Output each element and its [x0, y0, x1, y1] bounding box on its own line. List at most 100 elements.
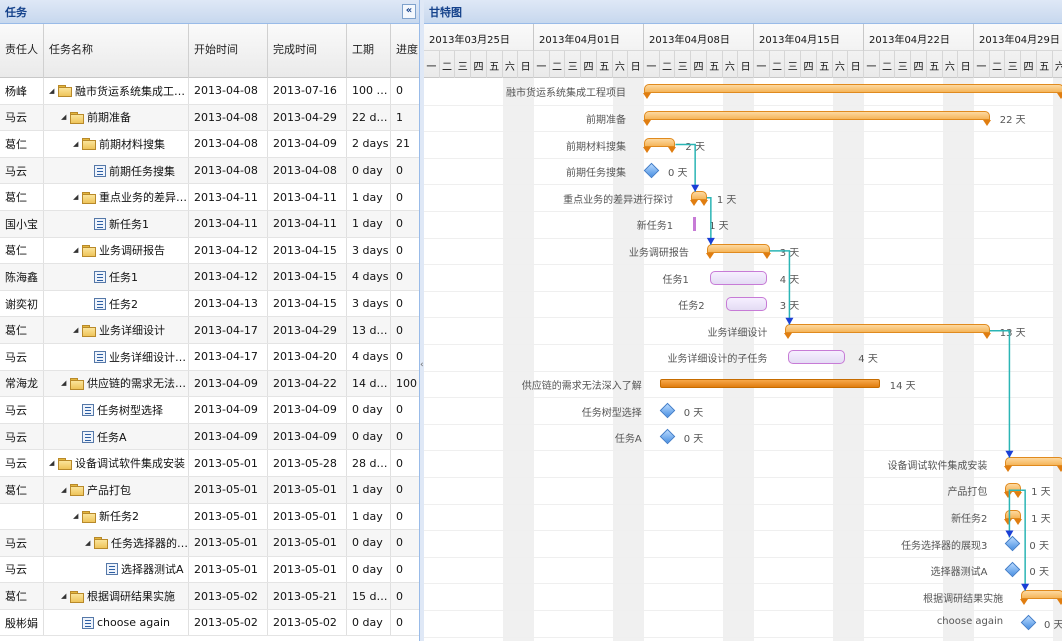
expand-toggle-icon[interactable]: ◢ — [49, 87, 58, 95]
summary-bar[interactable] — [1020, 589, 1062, 605]
task-bar[interactable] — [709, 270, 767, 285]
cell-end-text: 2013-04-20 — [273, 350, 337, 364]
expand-toggle-icon[interactable]: ◢ — [73, 326, 82, 334]
bar-label: 业务详细设计的子任务 — [667, 354, 768, 366]
cell-progress-text: 0 — [396, 350, 403, 364]
cell-end-text: 2013-04-22 — [273, 376, 337, 390]
milestone-icon[interactable] — [659, 428, 675, 445]
expand-toggle-icon[interactable]: ◢ — [61, 113, 70, 121]
table-row[interactable]: 杨峰 ◢ 融市货运系统集成工程项目 2013-04-08 2013-07-16 100 d… — [0, 78, 419, 105]
table-row[interactable]: 葛仁 ◢ 业务调研报告 2013-04-12 2013-04-15 3 days 0 — [0, 237, 419, 265]
cell-start: 2013-04-17 — [189, 343, 268, 370]
day-header: 五 — [817, 51, 833, 78]
cell-duration: 0 day — [347, 397, 391, 423]
milestone-icon[interactable] — [643, 162, 660, 179]
col-header-owner[interactable]: 责任人 — [0, 24, 44, 78]
milestone-icon[interactable] — [1005, 535, 1021, 551]
expand-toggle-icon[interactable]: ◢ — [85, 539, 94, 547]
collapse-left-icon[interactable]: « — [402, 4, 416, 19]
expand-toggle-icon[interactable]: ◢ — [73, 246, 82, 254]
cell-duration-text: 4 days — [352, 270, 389, 284]
cell-duration-text: 4 days — [352, 350, 389, 364]
table-row[interactable]: 谢奕初 任务2 2013-04-13 2013-04-15 3 days 0 — [0, 290, 419, 318]
cell-progress-text: 0 — [396, 323, 403, 337]
table-row[interactable]: 马云 ◢ 任务选择器的展... 2013-05-01 2013-05-01 0 day 0 — [0, 530, 419, 557]
table-row[interactable]: 殷彬娟 choose again 2013-05-02 2013-05-02 0 day… — [0, 609, 419, 637]
task-bar[interactable] — [693, 217, 697, 232]
progress-bar[interactable] — [659, 378, 880, 388]
summary-bar[interactable] — [690, 190, 708, 206]
task-bar[interactable] — [725, 297, 767, 312]
day-header: 五 — [707, 51, 723, 78]
cell-start: 2013-04-12 — [189, 237, 268, 264]
cell-task-name: ◢ 新任务2 — [44, 503, 189, 530]
bar-label: 业务详细设计 — [707, 327, 768, 339]
expand-toggle-icon[interactable]: ◢ — [73, 512, 82, 520]
table-row[interactable]: 葛仁 ◢ 前期材料搜集 2013-04-08 2013-04-09 2 days 21 — [0, 131, 419, 158]
table-row[interactable]: 常海龙 ◢ 供应链的需求无法深入... 2013-04-09 2013-04-22 14 … — [0, 370, 419, 398]
summary-bar[interactable] — [643, 84, 1062, 100]
task-bar[interactable] — [788, 350, 846, 365]
table-row[interactable]: 葛仁 ◢ 业务详细设计 2013-04-17 2013-04-29 13 days 0 — [0, 317, 419, 344]
bar-duration: 4 天 — [779, 274, 800, 286]
table-row[interactable]: 马云 ◢ 前期准备 2013-04-08 2013-04-29 22 days 1 — [0, 104, 419, 132]
task-name-text: 任务树型选择 — [97, 403, 163, 417]
expand-toggle-icon[interactable]: ◢ — [61, 379, 70, 387]
cell-end: 2013-05-01 — [268, 530, 347, 556]
bar-duration: 22 天 — [999, 114, 1026, 126]
table-row[interactable]: 葛仁 ◢ 重点业务的差异进行探讨 2013-04-11 2013-04-11 1 day 0 — [0, 184, 419, 211]
bar-duration: 0 天 — [1044, 620, 1062, 632]
col-header-name[interactable]: 任务名称 — [44, 24, 189, 78]
col-header-duration[interactable]: 工期 — [347, 24, 391, 78]
row-gridline — [424, 157, 1062, 159]
task-name-text: 前期任务搜集 — [109, 164, 175, 178]
table-row[interactable]: 马云 任务A 2013-04-09 2013-04-09 0 day 0 — [0, 423, 419, 451]
expand-toggle-icon[interactable]: ◢ — [61, 486, 70, 494]
milestone-icon[interactable] — [1005, 561, 1021, 578]
cell-end: 2013-04-15 — [268, 290, 347, 317]
table-row[interactable]: 葛仁 ◢ 产品打包 2013-05-01 2013-05-01 1 day 0 — [0, 476, 419, 504]
day-header: 六 — [1053, 51, 1062, 78]
cell-owner-text: 马云 — [5, 350, 27, 364]
col-header-progress[interactable]: 进度 — [391, 24, 419, 78]
table-row[interactable]: 马云 任务树型选择 2013-04-09 2013-04-09 0 day 0 — [0, 397, 419, 424]
cell-progress-text: 0 — [396, 403, 403, 417]
summary-bar[interactable] — [1004, 509, 1022, 525]
week-header: 2013年04月15日 — [754, 24, 864, 51]
cell-end-text: 2013-04-11 — [273, 217, 337, 231]
cell-start: 2013-04-17 — [189, 317, 268, 343]
expand-toggle-icon[interactable]: ◢ — [61, 592, 70, 600]
table-row[interactable]: 葛仁 ◢ 根据调研结果实施 2013-05-02 2013-05-21 15 days 0 — [0, 583, 419, 610]
expand-toggle-icon[interactable]: ◢ — [49, 459, 58, 467]
summary-bar[interactable] — [784, 323, 991, 339]
col-header-start[interactable]: 开始时间 — [189, 24, 268, 78]
table-row[interactable]: 马云 选择器测试A 2013-05-01 2013-05-01 0 day 0 — [0, 556, 419, 584]
task-grid-panel: 任务 « 责任人 任务名称 开始时间 完成时间 工期 进度 杨峰 ◢ 融市货运系统集… — [0, 0, 420, 641]
table-row[interactable]: 马云 ◢ 设备调试软件集成安装 2013-05-01 2013-05-28 28 days… — [0, 450, 419, 477]
summary-bar[interactable] — [642, 137, 677, 153]
cell-end-text: 2013-04-09 — [273, 137, 337, 151]
cell-task-name: 任务A — [44, 423, 189, 450]
table-row[interactable]: 陈海鑫 任务1 2013-04-12 2013-04-15 4 days 0 — [0, 264, 419, 291]
cell-owner-text: 谢奕初 — [5, 297, 38, 311]
cell-start-text: 2013-04-12 — [194, 243, 258, 257]
day-header: 二 — [990, 51, 1006, 78]
cell-start-text: 2013-05-01 — [194, 562, 258, 576]
bar-label: 产品打包 — [947, 487, 988, 499]
summary-bar[interactable] — [705, 243, 771, 259]
summary-bar[interactable] — [643, 110, 991, 126]
table-row[interactable]: 国小宝 新任务1 2013-04-11 2013-04-11 1 day 0 — [0, 210, 419, 238]
expand-toggle-icon[interactable]: ◢ — [73, 193, 82, 201]
summary-bar[interactable] — [1004, 483, 1022, 499]
milestone-icon[interactable] — [1020, 615, 1037, 631]
day-header: 五 — [927, 51, 943, 78]
col-header-end[interactable]: 完成时间 — [268, 24, 347, 78]
cell-start-text: 2013-04-09 — [194, 403, 258, 417]
table-row[interactable]: 马云 前期任务搜集 2013-04-08 2013-04-08 0 day 0 — [0, 157, 419, 185]
task-icon — [94, 350, 106, 363]
summary-bar[interactable] — [1004, 456, 1062, 472]
table-row[interactable]: ◢ 新任务2 2013-05-01 2013-05-01 1 day 0 — [0, 503, 419, 531]
milestone-icon[interactable] — [659, 402, 675, 418]
table-row[interactable]: 马云 业务详细设计的子... 2013-04-17 2013-04-20 4 days 0 — [0, 343, 419, 371]
expand-toggle-icon[interactable]: ◢ — [73, 140, 82, 148]
